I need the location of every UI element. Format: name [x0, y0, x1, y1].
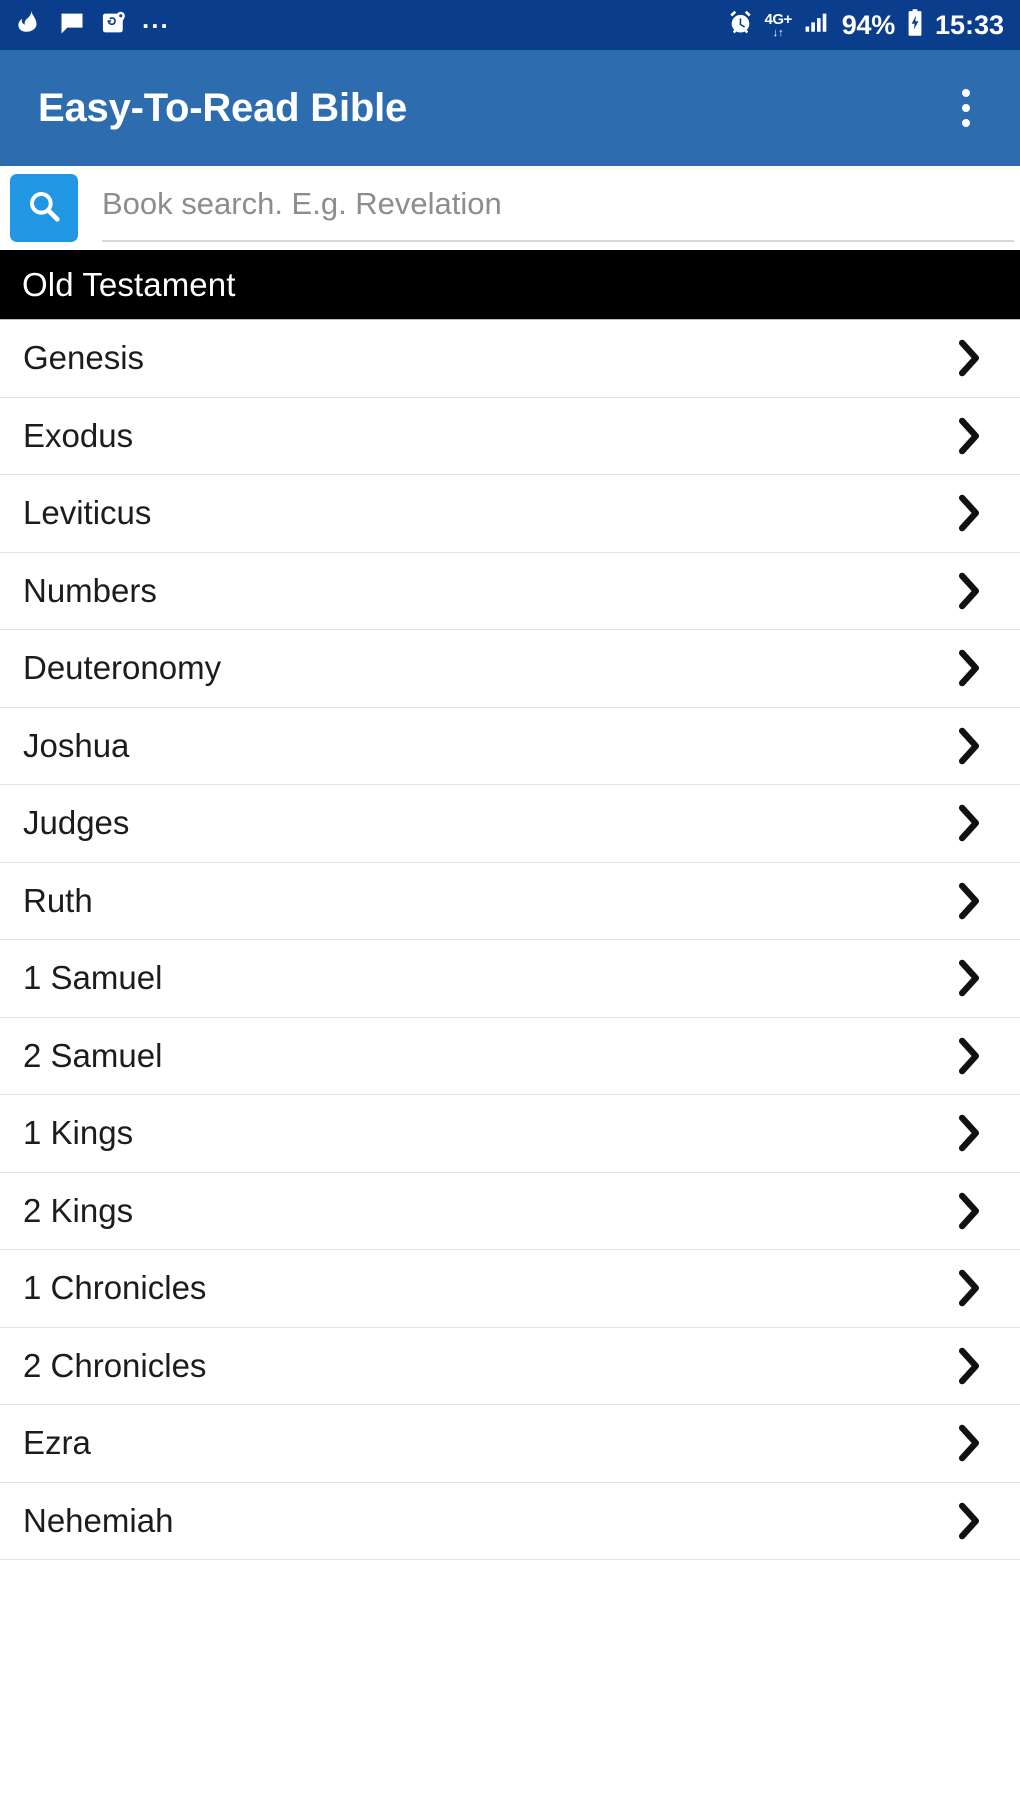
overflow-dot-2	[962, 104, 970, 112]
book-name-label: 2 Chronicles	[23, 1346, 207, 1384]
chevron-right-icon	[952, 414, 986, 458]
book-name-label: Ruth	[23, 881, 93, 919]
book-list-item-ezra[interactable]: Ezra	[0, 1405, 1020, 1483]
flame-notification-icon	[14, 8, 44, 43]
overflow-dot-1	[962, 89, 970, 97]
chevron-right-icon	[952, 1344, 986, 1388]
book-name-label: Joshua	[23, 726, 130, 764]
chevron-right-icon	[952, 569, 986, 613]
chevron-right-icon	[952, 724, 986, 768]
book-name-label: Deuteronomy	[23, 649, 222, 687]
chevron-right-icon	[952, 879, 986, 923]
book-list-item-2-kings[interactable]: 2 Kings	[0, 1172, 1020, 1250]
alarm-clock-icon	[726, 8, 755, 42]
book-list-item-ruth[interactable]: Ruth	[0, 862, 1020, 940]
chevron-right-icon	[952, 1421, 986, 1465]
book-name-label: 2 Kings	[23, 1191, 134, 1229]
chevron-right-icon	[952, 1266, 986, 1310]
book-name-label: 2 Samuel	[23, 1036, 163, 1074]
book-list-item-genesis[interactable]: Genesis	[0, 320, 1020, 398]
book-list-item-nehemiah[interactable]: Nehemiah	[0, 1482, 1020, 1560]
book-name-label: 1 Kings	[23, 1114, 134, 1152]
book-name-label: 1 Samuel	[23, 959, 163, 997]
maps-location-icon	[100, 9, 128, 42]
book-list-item-2-chronicles[interactable]: 2 Chronicles	[0, 1327, 1020, 1405]
book-list-item-1-kings[interactable]: 1 Kings	[0, 1095, 1020, 1173]
chevron-right-icon	[952, 646, 986, 690]
chevron-right-icon	[952, 1189, 986, 1233]
search-field-wrapper	[102, 174, 1014, 242]
book-name-label: Ezra	[23, 1424, 91, 1462]
book-list: Genesis Exodus Leviticus Numbers Deutero…	[0, 320, 1020, 1813]
book-list-item-2-samuel[interactable]: 2 Samuel	[0, 1017, 1020, 1095]
page-title: Easy-To-Read Bible	[38, 85, 408, 130]
battery-percent-label: 94%	[841, 9, 895, 40]
book-list-item-leviticus[interactable]: Leviticus	[0, 475, 1020, 553]
book-list-item-1-chronicles[interactable]: 1 Chronicles	[0, 1250, 1020, 1328]
app-bar: Easy-To-Read Bible	[0, 50, 1020, 166]
network-type-indicator: 4G+ ↓↑	[764, 10, 793, 39]
battery-charging-icon	[905, 8, 925, 42]
search-button[interactable]	[10, 174, 78, 242]
overflow-menu-icon[interactable]	[938, 72, 994, 144]
message-bubble-icon	[58, 9, 86, 42]
search-input[interactable]	[102, 186, 1014, 228]
chevron-right-icon	[952, 1499, 986, 1543]
status-bar-right-icons: 4G+ ↓↑ 94% 15:33	[726, 8, 1004, 42]
section-header-old-testament: Old Testament	[0, 250, 1020, 320]
book-name-label: Numbers	[23, 571, 157, 609]
book-list-item-deuteronomy[interactable]: Deuteronomy	[0, 630, 1020, 708]
status-bar: ... 4G+ ↓↑ 94% 15:33	[0, 0, 1020, 50]
clock-label: 15:33	[934, 9, 1004, 40]
chevron-right-icon	[952, 1034, 986, 1078]
overflow-dot-3	[962, 119, 970, 127]
search-bar	[0, 166, 1020, 250]
book-name-label: Genesis	[23, 339, 145, 377]
book-name-label: Nehemiah	[23, 1501, 174, 1539]
chevron-right-icon	[952, 491, 986, 535]
search-icon	[24, 186, 64, 231]
book-list-item-1-samuel[interactable]: 1 Samuel	[0, 940, 1020, 1018]
chevron-right-icon	[952, 336, 986, 380]
book-list-item-judges[interactable]: Judges	[0, 785, 1020, 863]
status-bar-left-icons: ...	[14, 4, 170, 43]
book-name-label: 1 Chronicles	[23, 1269, 207, 1307]
book-list-item-exodus[interactable]: Exodus	[0, 397, 1020, 475]
book-name-label: Leviticus	[23, 494, 152, 532]
app-root: ... 4G+ ↓↑ 94% 15:33 Easy-To-Read Bible …	[0, 0, 1020, 1813]
chevron-right-icon	[952, 801, 986, 845]
section-header-label: Old Testament	[22, 265, 236, 303]
book-name-label: Exodus	[23, 416, 134, 454]
chevron-right-icon	[952, 1111, 986, 1155]
more-notifications-indicator: ...	[142, 4, 170, 34]
book-list-item-numbers[interactable]: Numbers	[0, 552, 1020, 630]
signal-bars-icon	[802, 9, 832, 42]
book-list-item-joshua[interactable]: Joshua	[0, 707, 1020, 785]
chevron-right-icon	[952, 956, 986, 1000]
book-name-label: Judges	[23, 804, 130, 842]
